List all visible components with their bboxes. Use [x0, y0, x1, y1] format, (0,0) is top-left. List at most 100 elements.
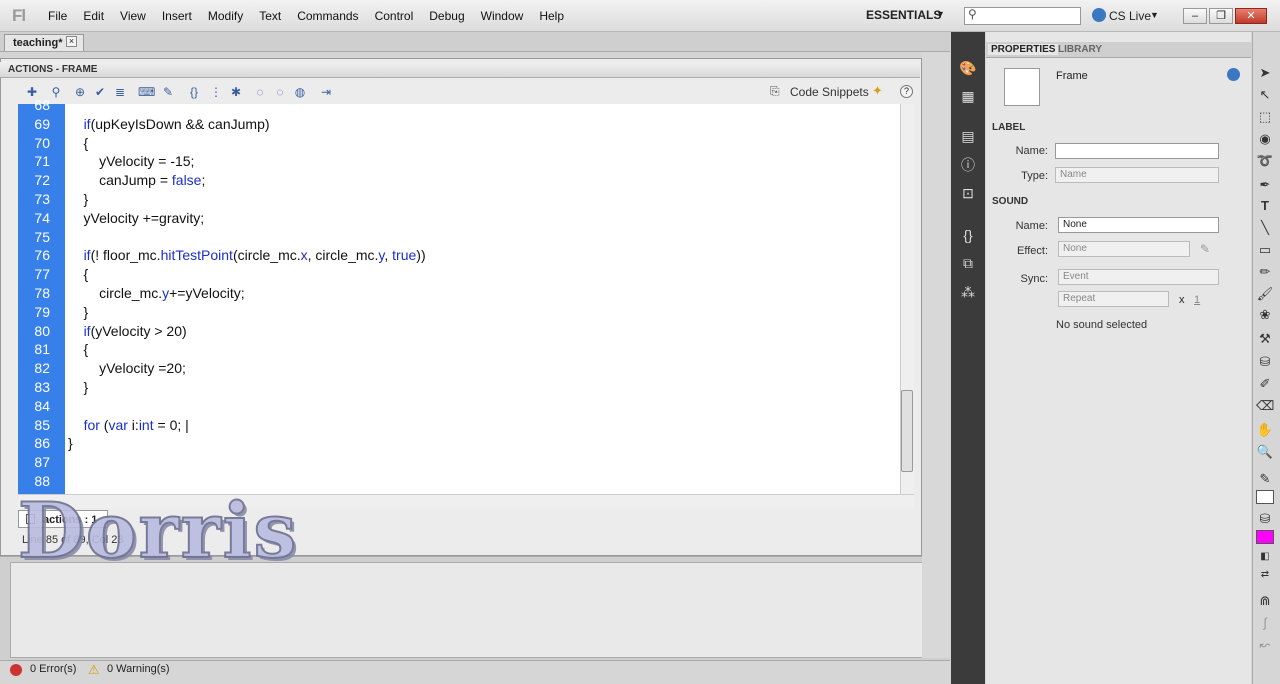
code-line[interactable]: yVelocity +=gravity; [68, 210, 205, 226]
bone-tool-icon[interactable]: ⚒ [1256, 330, 1274, 348]
stroke-color-icon[interactable]: ✎ [1256, 470, 1274, 488]
label-section[interactable]: LABEL [992, 122, 1025, 133]
close-window-button[interactable]: ✕ [1235, 8, 1267, 24]
menu-commands[interactable]: Commands [289, 0, 366, 32]
target-path-icon[interactable]: ⊕ [72, 84, 88, 100]
tab-properties[interactable]: PROPERTIES [988, 44, 1059, 55]
brush-tool-icon[interactable]: 🖌 [1256, 285, 1274, 303]
rectangle-tool-icon[interactable]: ▭ [1256, 241, 1274, 259]
menu-edit[interactable]: Edit [75, 0, 112, 32]
menu-help[interactable]: Help [531, 0, 572, 32]
swatches-icon[interactable]: ▦ [958, 86, 978, 106]
repeat-select[interactable]: Repeat [1058, 291, 1169, 307]
code-line[interactable]: } [68, 379, 89, 395]
eyedropper-icon[interactable]: ✐ [1256, 375, 1274, 393]
eraser-icon[interactable]: ⌫ [1256, 397, 1274, 415]
3d-rotation-icon[interactable]: ◉ [1256, 130, 1274, 148]
stroke-swatch[interactable] [1256, 490, 1274, 504]
motion-presets-icon[interactable]: ⁂ [958, 282, 978, 302]
wand-icon[interactable]: ✦ [872, 83, 883, 99]
menu-file[interactable]: File [40, 0, 75, 32]
workspace-switcher[interactable]: ESSENTIALS [866, 8, 941, 22]
code-line[interactable]: canJump = false; [68, 172, 205, 188]
find-icon[interactable]: ⚲ [48, 84, 64, 100]
code-line[interactable]: } [68, 435, 73, 451]
code-line[interactable]: if(yVelocity > 20) [68, 323, 187, 339]
code-line[interactable]: { [68, 135, 89, 151]
deco-tool-icon[interactable]: ❀ [1256, 306, 1274, 324]
subselection-tool-icon[interactable]: ↖ [1256, 86, 1274, 104]
collapse-selection-icon[interactable]: ⋮ [208, 84, 224, 100]
code-hint-icon[interactable]: ⌨ [138, 84, 155, 100]
fill-swatch[interactable] [1256, 530, 1274, 544]
chevron-down-icon[interactable]: ▼ [936, 9, 945, 19]
code-line[interactable]: } [68, 191, 89, 207]
search-input[interactable] [964, 7, 1081, 25]
free-transform-icon[interactable]: ⬚ [1256, 108, 1274, 126]
code-line[interactable]: { [68, 266, 89, 282]
menu-control[interactable]: Control [367, 0, 422, 32]
smooth-icon[interactable]: ∫ [1256, 614, 1274, 632]
code-snippets-button[interactable]: Code Snippets [790, 85, 869, 99]
effect-select[interactable]: None [1058, 241, 1190, 257]
close-icon[interactable]: × [66, 36, 77, 47]
cs-live-button[interactable]: CS Live [1109, 9, 1151, 23]
zoom-tool-icon[interactable]: 🔍 [1256, 443, 1274, 461]
color-panel-icon[interactable]: 🎨 [958, 58, 978, 78]
selection-tool-icon[interactable]: ➤ [1256, 64, 1274, 82]
menu-insert[interactable]: Insert [154, 0, 200, 32]
code-line[interactable]: yVelocity =20; [68, 360, 186, 376]
show-toolbox-icon[interactable]: ⇥ [318, 84, 334, 100]
menu-view[interactable]: View [112, 0, 154, 32]
swap-colors-icon[interactable]: ⇄ [1256, 566, 1274, 584]
remove-comment-icon[interactable]: ◍ [292, 84, 308, 100]
code-line[interactable]: if(upKeyIsDown && canJump) [68, 116, 270, 132]
pencil-tool-icon[interactable]: ✏ [1256, 263, 1274, 281]
collapse-between-braces-icon[interactable]: {} [186, 84, 202, 100]
lasso-icon[interactable]: ➰ [1256, 152, 1274, 170]
menu-window[interactable]: Window [473, 0, 532, 32]
text-tool-icon[interactable]: T [1256, 197, 1274, 215]
info-icon[interactable]: ⓘ [958, 155, 978, 175]
code-line[interactable]: yVelocity = -15; [68, 153, 194, 169]
code-snippets-panel-icon[interactable]: {} [958, 225, 978, 245]
snap-to-objects-icon[interactable]: ⋒ [1256, 592, 1274, 610]
repeat-count[interactable]: 1 [1194, 294, 1200, 306]
apply-block-comment-icon[interactable]: ◌ [252, 84, 268, 100]
transform-icon[interactable]: ⊡ [958, 183, 978, 203]
menu-modify[interactable]: Modify [200, 0, 251, 32]
sound-name-select[interactable]: None [1058, 217, 1219, 233]
apply-line-comment-icon[interactable]: ◌ [272, 84, 288, 100]
hand-tool-icon[interactable]: ✋ [1256, 421, 1274, 439]
label-type-select[interactable]: Name [1055, 167, 1219, 183]
warning-count[interactable]: 0 Warning(s) [107, 663, 170, 675]
restore-button[interactable]: ❐ [1209, 8, 1233, 24]
menu-debug[interactable]: Debug [421, 0, 472, 32]
line-tool-icon[interactable]: ╲ [1256, 219, 1274, 237]
align-icon[interactable]: ▤ [958, 126, 978, 146]
straighten-icon[interactable]: ↜ [1256, 636, 1274, 654]
fill-color-icon[interactable]: ⛁ [1256, 510, 1274, 528]
code-line[interactable]: { [68, 341, 89, 357]
edit-icon[interactable]: ✎ [1200, 242, 1210, 256]
sync-select[interactable]: Event [1058, 269, 1219, 285]
code-line[interactable]: } [68, 304, 89, 320]
code-line[interactable]: for (var i:int = 0; | [68, 417, 189, 433]
help-icon[interactable]: ? [900, 85, 913, 98]
components-icon[interactable]: ⧉ [958, 253, 978, 273]
black-white-icon[interactable]: ◧ [1256, 548, 1274, 566]
menu-text[interactable]: Text [251, 0, 289, 32]
help-icon[interactable] [1227, 68, 1240, 81]
minimize-button[interactable]: – [1183, 8, 1207, 24]
tab-library[interactable]: LIBRARY [1058, 44, 1102, 55]
scrollbar-thumb[interactable] [901, 390, 913, 472]
sound-section[interactable]: SOUND [992, 196, 1028, 207]
paint-bucket-icon[interactable]: ⛁ [1256, 353, 1274, 371]
pen-tool-icon[interactable]: ✒ [1256, 176, 1274, 194]
code-line[interactable]: if(! floor_mc.hitTestPoint(circle_mc.x, … [68, 247, 426, 263]
check-syntax-icon[interactable]: ✔ [92, 84, 108, 100]
auto-format-icon[interactable]: ≣ [112, 84, 128, 100]
label-name-input[interactable] [1055, 143, 1219, 159]
code-line[interactable]: circle_mc.y+=yVelocity; [68, 285, 245, 301]
error-count[interactable]: 0 Error(s) [30, 663, 76, 675]
